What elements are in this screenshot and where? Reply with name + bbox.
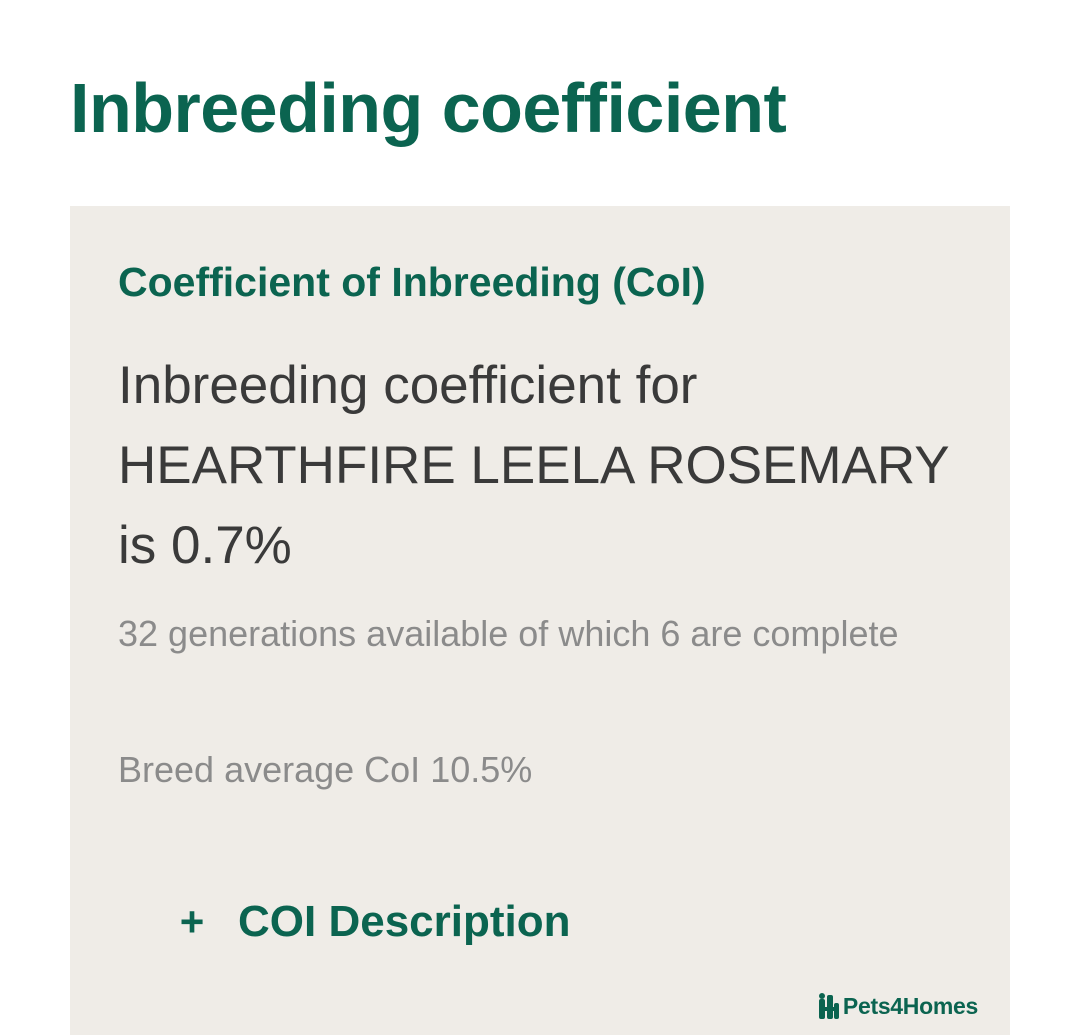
pets4homes-watermark-text: Pets4Homes [842,992,978,1019]
coi-card: Coefficient of Inbreeding (CoI) Inbreedi… [70,206,1010,1035]
coi-card-heading: Coefficient of Inbreeding (CoI) [118,259,706,305]
coi-description-label: COI Description [238,897,571,946]
breed-average-coi: Breed average CoI 10.5% [118,749,533,790]
page-title: Inbreeding coefficient [70,69,787,147]
pets4homes-logo-icon [818,993,839,1019]
generations-info: 32 generations available of which 6 are … [118,613,899,654]
plus-icon: + [179,898,205,946]
pets4homes-watermark: Pets4Homes [817,991,978,1021]
coi-description-toggle[interactable]: + COI Description [174,896,571,949]
coi-statement: Inbreeding coefficient for HEARTHFIRE LE… [118,356,949,575]
